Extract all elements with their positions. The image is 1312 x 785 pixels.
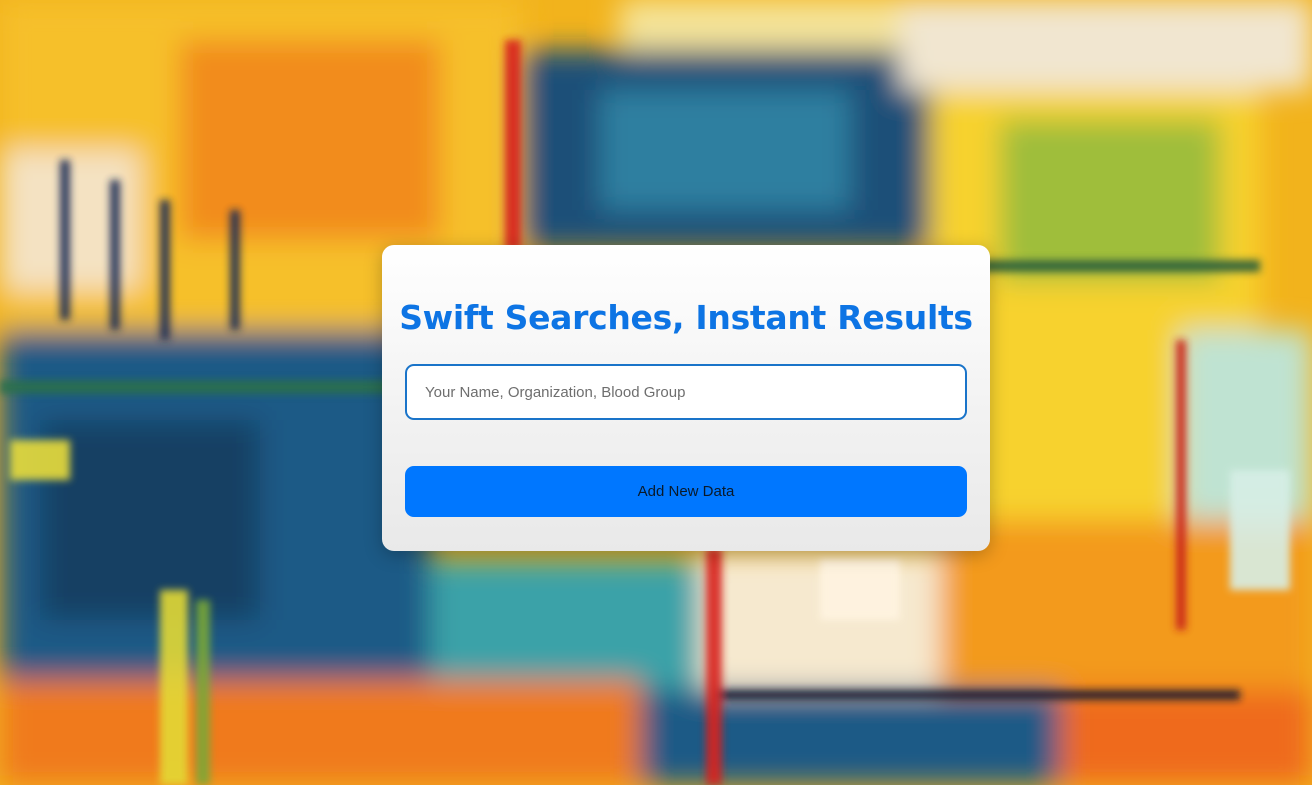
search-card: Swift Searches, Instant Results Add New … <box>382 245 990 551</box>
page-title: Swift Searches, Instant Results <box>399 298 973 337</box>
add-new-data-button[interactable]: Add New Data <box>405 466 967 517</box>
search-input[interactable] <box>405 364 967 420</box>
